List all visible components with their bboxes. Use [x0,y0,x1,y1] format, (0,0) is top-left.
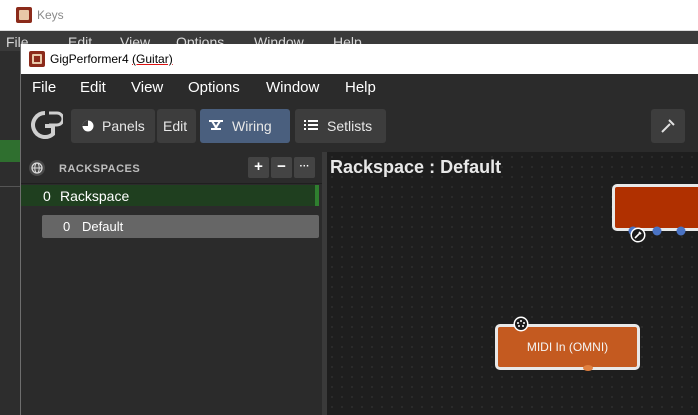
menu-help[interactable]: Help [345,79,376,96]
edit-pencil-icon[interactable] [630,227,646,243]
sidebar-header: RACKSPACES + − ··· [21,152,322,184]
panels-icon [82,120,94,132]
plugin-node[interactable] [612,184,698,231]
panels-button[interactable]: Panels [71,109,155,143]
plugin-node-pins [628,226,686,236]
panels-label: Panels [102,118,145,134]
gp-logo-icon [31,111,63,139]
add-rackspace-button[interactable]: + [248,157,269,178]
toolbar: Panels Edit Wiring Setlists [21,100,698,152]
app-icon [29,51,45,67]
rackspaces-sidebar: RACKSPACES + − ··· 0 Rackspace 0 Default [21,152,322,415]
midi-in-badge-icon [513,316,529,332]
rackspace-row[interactable]: 0 Rackspace [21,185,319,206]
list-icon [304,120,318,130]
variation-row[interactable]: 0 Default [42,215,319,238]
menu-view[interactable]: View [131,79,163,96]
titlebar[interactable]: GigPerformer4 (Guitar) [21,44,698,74]
wiring-icon [209,120,223,130]
sidebar-title: RACKSPACES [59,163,141,175]
window-title-name: GigPerformer4 [50,52,129,66]
rackspace-title: Rackspace : Default [330,157,502,177]
main-window: GigPerformer4 (Guitar) File Edit View Op… [20,44,698,415]
background-window-edge [0,51,20,415]
wiring-button[interactable]: Wiring [200,109,290,143]
variation-index: 0 [63,219,71,234]
rackspace-index: 0 [43,188,51,204]
menu-edit[interactable]: Edit [80,79,106,96]
remove-rackspace-button[interactable]: − [271,157,292,178]
variation-name: Default [82,219,124,234]
window-title-suffix: (Guitar) [132,52,173,66]
midi-out-pin[interactable] [583,365,593,371]
menu-options[interactable]: Options [188,79,240,96]
midi-in-label: MIDI In (OMNI) [526,340,609,354]
menu-window[interactable]: Window [266,79,319,96]
rackspace-name: Rackspace [60,188,130,204]
edit-button[interactable]: Edit [157,109,196,143]
globe-icon[interactable] [29,160,45,176]
background-titlebar[interactable]: Keys [0,0,698,31]
tools-button[interactable] [651,109,685,143]
background-window-title: Keys [37,8,64,22]
wiring-label: Wiring [232,118,272,134]
app-icon [16,7,32,23]
setlists-button[interactable]: Setlists [295,109,386,143]
setlists-label: Setlists [327,118,373,134]
menubar: File Edit View Options Window Help [21,74,698,100]
background-selected-row [0,140,20,162]
wiring-canvas[interactable]: Rackspace : Default MIDI In (OMNI) [327,152,698,415]
window-title: GigPerformer4 (Guitar) [50,52,173,66]
more-options-button[interactable]: ··· [294,157,315,178]
menu-file[interactable]: File [32,79,56,96]
edit-label: Edit [163,118,188,134]
wrench-icon [661,119,675,133]
